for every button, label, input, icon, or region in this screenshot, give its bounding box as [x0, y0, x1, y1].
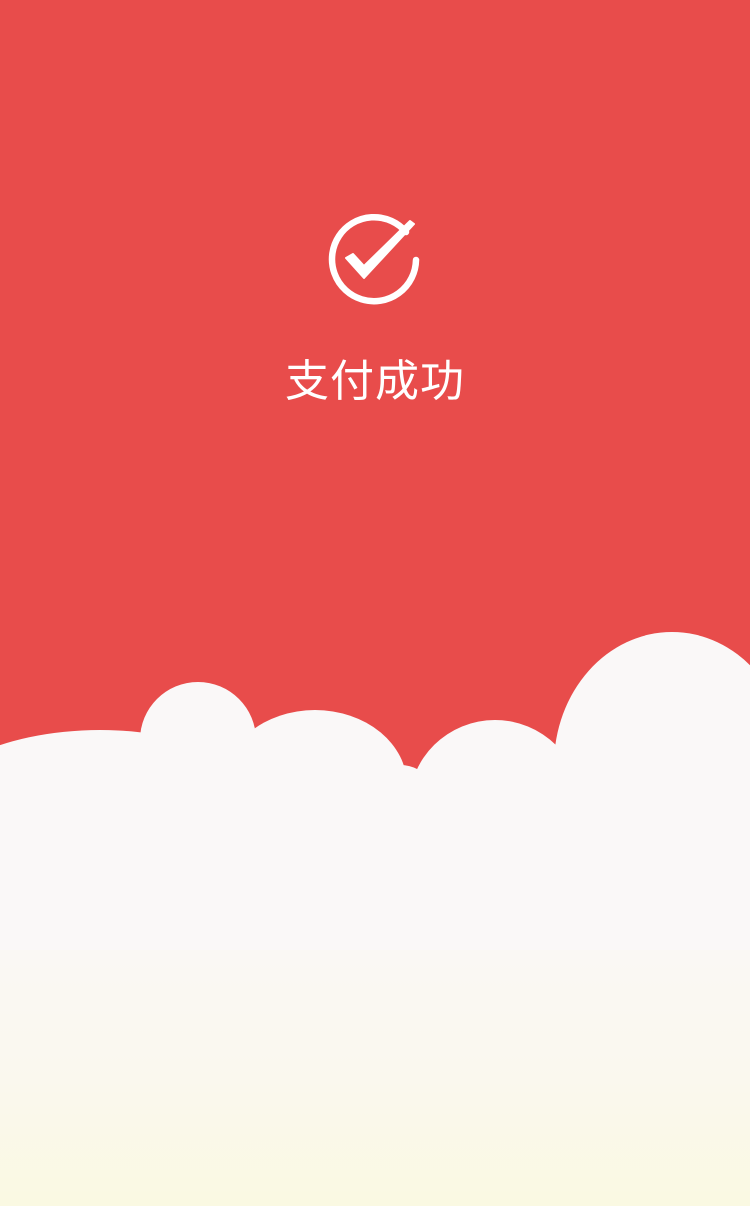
payment-success-screen: 支付成功	[0, 0, 750, 1206]
cloud-decoration	[0, 632, 750, 950]
check-circle-icon	[328, 213, 420, 305]
payment-success-message: 支付成功	[285, 356, 465, 407]
